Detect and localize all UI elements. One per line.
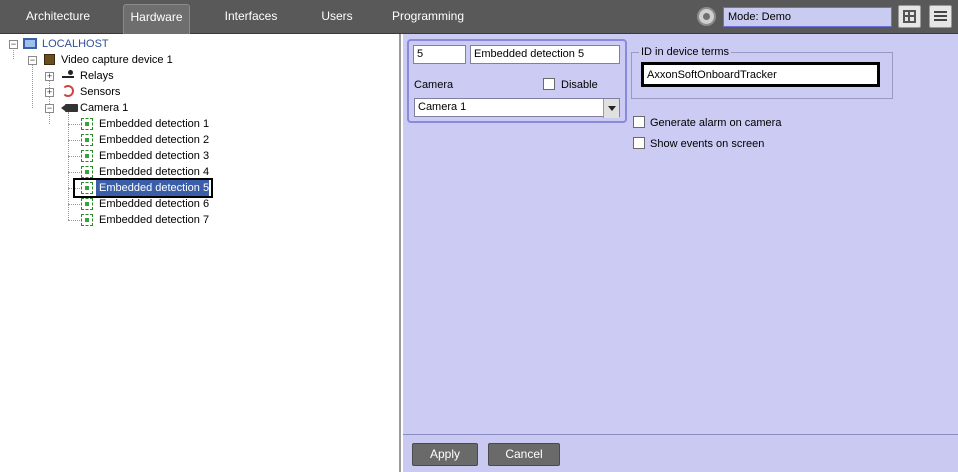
mode-selector[interactable]: Mode: Demo	[723, 7, 892, 27]
id-terms-input[interactable]: AxxonSoftOnboardTracker	[641, 62, 880, 87]
name-field[interactable]: Embedded detection 5	[470, 45, 620, 64]
tree-line	[68, 220, 80, 221]
collapse-icon[interactable]: −	[45, 104, 54, 113]
show-events-label: Show events on screen	[650, 138, 765, 150]
grid-icon	[903, 10, 916, 23]
id-terms-title: ID in device terms	[639, 46, 732, 59]
tab-users[interactable]: Users	[312, 4, 362, 31]
sensor-icon	[62, 85, 74, 97]
apply-button[interactable]: Apply	[412, 443, 478, 466]
settings-panel: 5 Embedded detection 5 Camera Disable Ca…	[403, 34, 958, 434]
camera-icon	[61, 104, 78, 112]
tab-architecture[interactable]: Architecture	[18, 4, 98, 31]
settings-gear-icon[interactable]	[697, 7, 716, 26]
camera-label: Camera	[414, 79, 454, 91]
layout-button[interactable]	[898, 5, 921, 28]
tree-line	[68, 204, 80, 205]
menu-icon	[934, 11, 947, 13]
top-navigation-bar: Architecture Hardware Interfaces Users P…	[0, 0, 958, 34]
detection-icon	[81, 118, 93, 130]
tab-hardware[interactable]: Hardware	[123, 4, 190, 34]
menu-button[interactable]	[929, 5, 952, 28]
disable-label: Disable	[561, 79, 598, 91]
computer-icon	[23, 38, 37, 49]
camera-select[interactable]: Camera 1	[414, 98, 620, 118]
relay-icon	[62, 70, 74, 78]
tab-interfaces[interactable]: Interfaces	[218, 4, 284, 31]
action-bar: Apply Cancel	[403, 434, 958, 472]
chip-icon	[44, 54, 55, 65]
chevron-down-icon[interactable]	[603, 99, 619, 118]
tree-line	[68, 140, 80, 141]
tree-line	[68, 172, 80, 173]
tree-line	[68, 156, 80, 157]
collapse-icon[interactable]: −	[9, 40, 18, 49]
expand-icon[interactable]: +	[45, 72, 54, 81]
hardware-tree: − LOCALHOST − Video capture device 1 + R…	[0, 34, 401, 472]
detection-icon	[81, 150, 93, 162]
detection-icon	[81, 214, 93, 226]
generate-alarm-label: Generate alarm on camera	[650, 117, 782, 129]
detection-icon	[81, 166, 93, 178]
detection-icon	[81, 134, 93, 146]
camera-select-value: Camera 1	[418, 101, 467, 113]
detection-icon	[81, 198, 93, 210]
object-group: 5 Embedded detection 5 Camera Disable Ca…	[407, 39, 627, 123]
tree-line	[68, 124, 80, 125]
collapse-icon[interactable]: −	[28, 56, 37, 65]
expand-icon[interactable]: +	[45, 88, 54, 97]
detection-icon	[81, 182, 93, 194]
generate-alarm-checkbox[interactable]	[633, 116, 645, 128]
disable-checkbox[interactable]	[543, 78, 555, 90]
tab-programming[interactable]: Programming	[390, 4, 466, 31]
tree-line	[32, 62, 33, 108]
id-field[interactable]: 5	[413, 45, 466, 64]
show-events-checkbox[interactable]	[633, 137, 645, 149]
cancel-button[interactable]: Cancel	[488, 443, 560, 466]
